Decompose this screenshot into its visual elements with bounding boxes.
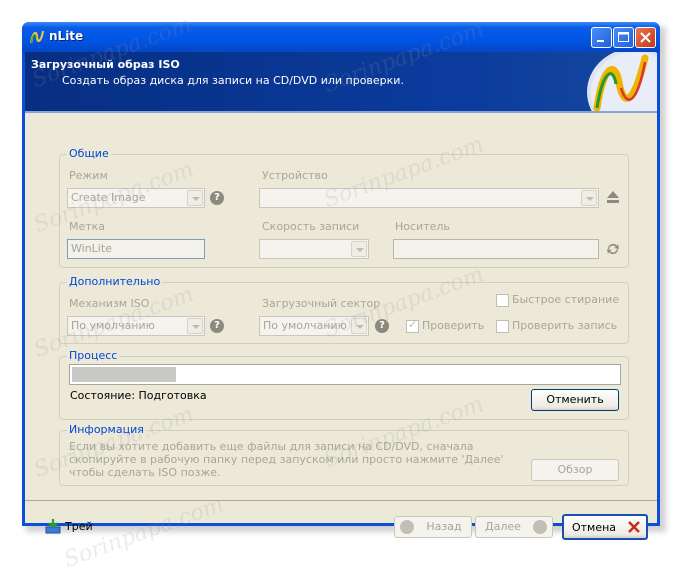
window-title: nLite — [49, 29, 84, 43]
process-legend: Процесс — [67, 349, 120, 362]
boot-sector-select-value: По умолчанию — [263, 319, 347, 332]
verify-write-label: Проверить запись — [512, 319, 618, 332]
page-header: Загрузочный образ ISO Создать образ диск… — [25, 52, 657, 111]
device-label: Устройство — [262, 169, 328, 182]
verify-write-checkbox[interactable] — [496, 320, 509, 333]
browse-button[interactable]: Обзор — [531, 459, 619, 481]
page-title: Загрузочный образ ISO — [31, 58, 180, 71]
iso-engine-select[interactable]: По умолчанию — [67, 316, 205, 336]
media-label: Носитель — [395, 220, 450, 233]
nlite-logo-icon — [587, 52, 657, 111]
nlite-window: nLite Загрузочный образ ISO Создать обра… — [22, 22, 660, 540]
cancel-button[interactable]: Отмена — [562, 514, 648, 540]
advanced-legend: Дополнительно — [67, 275, 163, 288]
eject-icon[interactable] — [605, 189, 621, 207]
close-window-button[interactable] — [635, 27, 656, 48]
minimize-button[interactable] — [591, 27, 612, 48]
nlite-app-icon — [29, 30, 45, 44]
close-icon — [640, 32, 651, 43]
quick-erase-label: Быстрое стирание — [512, 293, 620, 306]
verify-label: Проверить — [422, 319, 485, 332]
status-text: Состояние: Подготовка — [70, 389, 207, 402]
maximize-button[interactable] — [613, 27, 634, 48]
progress-bar — [69, 364, 621, 385]
mode-select-value: Create Image — [71, 191, 146, 204]
info-legend: Информация — [67, 423, 146, 436]
speed-label: Скорость записи — [262, 220, 360, 233]
volume-label-input[interactable]: WinLite — [67, 239, 205, 259]
quick-erase-checkbox[interactable] — [496, 294, 509, 307]
volume-label-label: Метка — [69, 220, 106, 233]
tray-label[interactable]: Трей — [65, 520, 93, 533]
help-icon[interactable]: ? — [375, 319, 389, 333]
help-icon[interactable]: ? — [210, 319, 224, 333]
media-input — [393, 239, 599, 259]
info-text: Если вы хотите добавить еще файлы для за… — [69, 440, 504, 479]
chevron-down-icon — [187, 318, 203, 334]
mode-label: Режим — [69, 169, 108, 182]
close-x-icon — [628, 521, 640, 533]
back-button-label: Назад — [426, 520, 462, 533]
boot-sector-select[interactable]: По умолчанию — [259, 316, 369, 336]
title-bar[interactable]: nLite — [22, 22, 660, 52]
maximize-icon — [618, 32, 629, 42]
help-icon[interactable]: ? — [210, 191, 224, 205]
chevron-down-icon — [351, 318, 367, 334]
speed-select[interactable] — [259, 239, 369, 259]
back-button[interactable]: Назад — [394, 516, 472, 538]
footer-separator — [25, 500, 657, 501]
chevron-down-icon — [351, 241, 367, 257]
chevron-down-icon — [187, 190, 203, 206]
iso-engine-select-value: По умолчанию — [71, 319, 155, 332]
header-separator — [25, 111, 657, 113]
next-button-label: Далее — [485, 520, 521, 533]
page-subtitle: Создать образ диска для записи на CD/DVD… — [62, 74, 404, 87]
general-legend: Общие — [67, 147, 111, 160]
cancel-button-label: Отмена — [571, 521, 617, 534]
next-arrow-icon — [533, 520, 547, 534]
verify-checkbox[interactable] — [406, 318, 419, 333]
progress-fill — [72, 367, 176, 382]
device-select[interactable] — [259, 188, 599, 208]
refresh-icon[interactable] — [605, 241, 621, 257]
cancel-process-button[interactable]: Отменить — [531, 389, 619, 411]
boot-sector-label: Загрузочный сектор — [262, 297, 381, 310]
mode-select[interactable]: Create Image — [67, 188, 205, 208]
window-client: Загрузочный образ ISO Создать образ диск… — [25, 52, 657, 540]
next-button[interactable]: Далее — [475, 516, 553, 538]
chevron-down-icon — [581, 190, 597, 206]
back-arrow-icon — [400, 520, 414, 534]
minimize-icon — [597, 40, 604, 42]
tray-icon[interactable] — [45, 518, 61, 534]
iso-engine-label: Механизм ISO — [69, 297, 150, 310]
